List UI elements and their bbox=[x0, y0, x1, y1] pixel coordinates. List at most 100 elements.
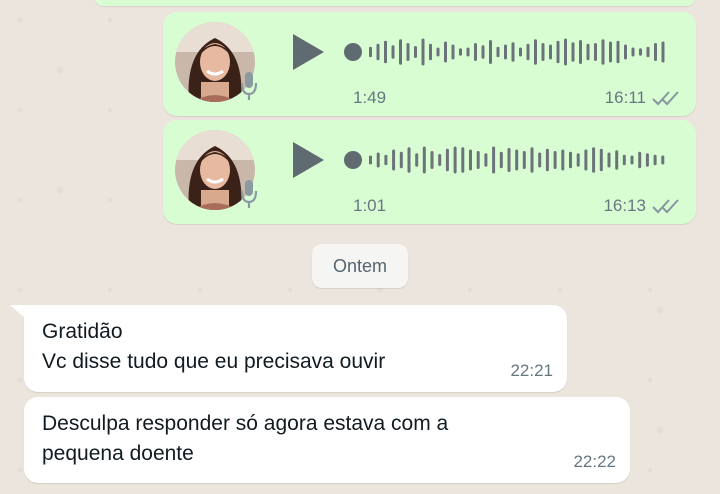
waveform-bar bbox=[504, 44, 507, 60]
waveform-bar bbox=[515, 149, 519, 171]
waveform-bar bbox=[624, 44, 627, 60]
waveform-bar bbox=[615, 150, 619, 170]
waveform-bar bbox=[414, 46, 417, 58]
waveform-bar bbox=[369, 155, 372, 165]
waveform-bar bbox=[534, 39, 537, 65]
waveform-bar bbox=[481, 45, 485, 59]
waveform-bar bbox=[453, 146, 457, 174]
voice-message-bubble[interactable]: 1:49 16:11 bbox=[163, 12, 696, 116]
waveform-bar bbox=[499, 151, 503, 169]
waveform-bar bbox=[541, 43, 545, 61]
waveform-bar bbox=[594, 43, 597, 61]
waveform-bar bbox=[616, 40, 620, 64]
waveform-bar bbox=[469, 149, 472, 171]
waveform-bar bbox=[406, 43, 410, 61]
waveform-bar bbox=[530, 147, 534, 173]
waveform-bar bbox=[507, 148, 511, 172]
waveform-bar bbox=[561, 149, 565, 171]
message-time: 16:13 bbox=[603, 196, 646, 215]
play-icon[interactable] bbox=[290, 32, 326, 72]
message-time: 16:11 bbox=[604, 88, 646, 107]
waveform-bar bbox=[392, 149, 396, 171]
waveform-bar bbox=[661, 41, 665, 63]
message-text: Desculpa responder só agora estava com a… bbox=[42, 412, 449, 465]
previous-message-bubble bbox=[95, 0, 695, 6]
message-meta: 16:11 bbox=[605, 88, 680, 108]
playhead-dot[interactable] bbox=[344, 151, 362, 169]
date-divider: Ontem bbox=[312, 244, 408, 288]
waveform-bar bbox=[376, 43, 380, 61]
waveform-bar bbox=[422, 146, 426, 174]
waveform-bar bbox=[631, 47, 635, 57]
microphone-icon bbox=[239, 70, 259, 104]
waveform-bar bbox=[445, 148, 449, 172]
waveform[interactable] bbox=[343, 142, 673, 178]
waveform-bar bbox=[444, 41, 447, 63]
waveform-bar bbox=[492, 146, 496, 174]
voice-duration: 1:01 bbox=[353, 196, 387, 215]
voice-message-bubble[interactable]: 1:01 16:13 bbox=[163, 120, 696, 224]
waveform-bar bbox=[556, 40, 560, 64]
incoming-message-bubble[interactable]: Gratidão Vc disse tudo que eu precisava … bbox=[24, 305, 567, 392]
microphone-icon bbox=[239, 178, 259, 212]
waveform-bar bbox=[586, 43, 590, 61]
incoming-message-bubble[interactable]: Desculpa responder só agora estava com a… bbox=[24, 397, 630, 483]
waveform-bar bbox=[474, 43, 477, 61]
message-text: Gratidão Vc disse tudo que eu precisava … bbox=[42, 320, 386, 373]
waveform-bar bbox=[476, 151, 480, 169]
waveform-bar bbox=[421, 38, 425, 66]
double-check-icon bbox=[652, 199, 679, 214]
waveform-bar bbox=[438, 154, 442, 166]
waveform-bar bbox=[496, 46, 500, 58]
waveform-bar bbox=[451, 44, 455, 60]
double-check-icon bbox=[652, 91, 679, 106]
waveform-bar bbox=[384, 154, 388, 166]
waveform-bar bbox=[484, 153, 488, 167]
waveform-bar bbox=[489, 40, 492, 64]
waveform-bar bbox=[545, 148, 549, 172]
waveform-bar bbox=[576, 153, 580, 167]
waveform-bar bbox=[384, 40, 387, 64]
voice-duration: 1:49 bbox=[353, 88, 387, 107]
waveform-bar bbox=[579, 40, 582, 64]
waveform-bar bbox=[646, 46, 650, 58]
waveform-bar bbox=[638, 151, 642, 169]
waveform-bar bbox=[522, 151, 526, 169]
playhead-dot[interactable] bbox=[344, 43, 362, 61]
waveform-bar bbox=[549, 44, 552, 60]
waveform-bar bbox=[376, 152, 380, 168]
waveform-bar bbox=[661, 155, 665, 165]
waveform-bar bbox=[538, 152, 542, 168]
waveform-bar bbox=[429, 43, 432, 61]
waveform-bar bbox=[639, 48, 642, 56]
waveform-bar bbox=[653, 154, 657, 166]
waveform-bar bbox=[391, 45, 395, 59]
waveform-bar bbox=[564, 38, 567, 66]
message-meta: 16:13 bbox=[603, 196, 680, 216]
waveform-bar bbox=[511, 42, 515, 62]
waveform-bar bbox=[407, 147, 411, 173]
waveform-bar bbox=[622, 154, 626, 166]
waveform-bar bbox=[592, 147, 596, 173]
waveform-bar bbox=[571, 42, 575, 62]
waveform-bar bbox=[369, 46, 372, 58]
waveform[interactable] bbox=[343, 34, 673, 70]
waveform-bar bbox=[630, 155, 634, 165]
waveform-bar bbox=[645, 153, 649, 167]
waveform-bar bbox=[609, 41, 612, 63]
waveform-bar bbox=[584, 149, 588, 171]
waveform-bar bbox=[553, 151, 557, 169]
waveform-bar bbox=[430, 151, 434, 169]
waveform-bar bbox=[601, 39, 605, 65]
waveform-bar bbox=[436, 47, 440, 57]
waveform-bar bbox=[399, 39, 402, 65]
waveform-bar bbox=[461, 147, 465, 173]
waveform-bar bbox=[569, 151, 572, 169]
message-time: 22:22 bbox=[573, 452, 616, 471]
waveform-bar bbox=[526, 43, 530, 61]
waveform-bar bbox=[519, 47, 522, 57]
waveform-bar bbox=[459, 48, 462, 56]
play-icon[interactable] bbox=[290, 140, 326, 180]
message-time: 22:21 bbox=[510, 361, 553, 380]
waveform-bar bbox=[415, 153, 419, 167]
